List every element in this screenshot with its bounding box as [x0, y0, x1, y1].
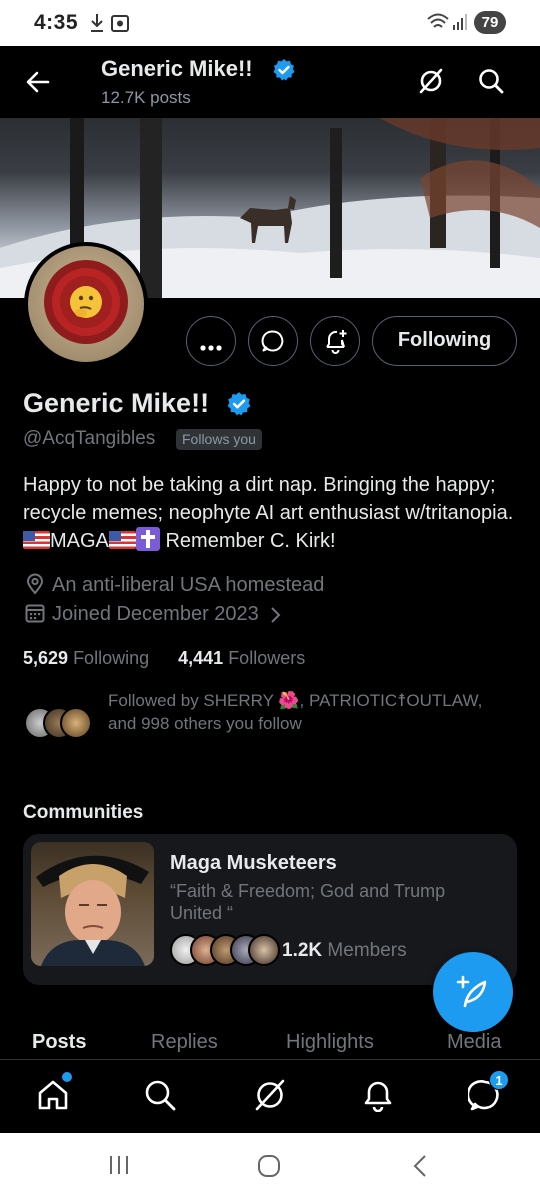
recent-apps-icon[interactable] — [107, 1153, 131, 1182]
compose-post-icon — [455, 974, 491, 1015]
cross-icon — [135, 527, 160, 551]
grok-icon[interactable] — [253, 1078, 287, 1117]
bio-text: Happy to not be taking a dirt nap. Bring… — [23, 474, 514, 524]
tab-replies[interactable]: Replies — [151, 1031, 218, 1054]
profile-header: Generic Mike!! 12.7K posts — [0, 46, 540, 118]
chevron-right-icon — [270, 603, 288, 625]
followers-stat[interactable]: 4,441 Followers — [178, 648, 305, 668]
verified-badge-icon — [226, 391, 252, 422]
location-row: An anti-liberal USA homestead — [24, 573, 324, 597]
follows-you-badge: Follows you — [176, 429, 262, 450]
wifi-icon — [426, 12, 450, 37]
notifications-icon[interactable] — [362, 1078, 394, 1117]
notify-button[interactable] — [310, 316, 360, 366]
back-arrow-icon[interactable] — [24, 68, 52, 96]
home-circle-icon[interactable] — [256, 1153, 282, 1184]
bottom-navigation: 1 — [0, 1059, 540, 1133]
location-pin-icon — [24, 573, 52, 596]
compose-button[interactable] — [433, 952, 513, 1032]
following-stat[interactable]: 5,629 Following — [23, 648, 149, 668]
status-bar: 4:35 79 — [0, 0, 540, 46]
profile-name: Generic Mike!! — [23, 388, 210, 418]
battery-indicator: 79 — [474, 11, 506, 34]
messages-badge: 1 — [489, 1070, 509, 1090]
message-button[interactable] — [248, 316, 298, 366]
notify-add-icon — [323, 328, 349, 359]
verified-badge-icon — [272, 58, 296, 87]
avatar — [60, 707, 92, 739]
member-label: Members — [327, 940, 407, 961]
joined-text: Joined December 2023 — [52, 603, 259, 625]
profile-handle: @AcqTangibles — [23, 428, 156, 449]
us-flag-icon — [23, 531, 50, 549]
signal-icon — [452, 12, 468, 37]
calendar-icon — [24, 603, 52, 625]
search-icon[interactable] — [143, 1078, 177, 1117]
more-button[interactable] — [186, 316, 236, 366]
following-label: Following — [73, 648, 150, 668]
community-members: 1.2K Members — [282, 940, 407, 962]
status-time: 4:35 — [34, 11, 79, 34]
more-icon — [200, 338, 222, 356]
followed-by-avatars[interactable] — [24, 707, 94, 741]
tab-posts[interactable]: Posts — [32, 1031, 86, 1054]
grok-icon[interactable] — [418, 68, 444, 99]
followers-count: 4,441 — [178, 648, 224, 668]
profile-avatar[interactable] — [24, 242, 148, 366]
bio-maga: MAGA — [50, 530, 109, 552]
following-count: 5,629 — [23, 648, 69, 668]
joined-row[interactable]: Joined December 2023 — [24, 602, 288, 626]
location-text: An anti-liberal USA homestead — [52, 574, 325, 596]
community-description: “Faith & Freedom; God and Trump United “ — [170, 881, 446, 923]
system-navigation-bar — [0, 1133, 540, 1200]
header-post-count: 12.7K posts — [101, 88, 191, 107]
tab-media[interactable]: Media — [447, 1031, 501, 1054]
member-count: 1.2K — [282, 940, 323, 961]
home-notification-dot — [62, 1072, 72, 1082]
community-card[interactable]: Maga Musketeers “Faith & Freedom; God an… — [23, 834, 517, 985]
community-member-avatars — [170, 934, 280, 968]
message-icon — [261, 329, 285, 358]
tab-highlights[interactable]: Highlights — [286, 1031, 374, 1054]
screenshot-icon — [110, 12, 130, 39]
community-name: Maga Musketeers — [170, 852, 337, 874]
profile-bio: Happy to not be taking a dirt nap. Bring… — [23, 471, 523, 555]
communities-heading: Communities — [23, 802, 144, 823]
following-button[interactable]: Following — [372, 316, 517, 366]
header-name: Generic Mike!! — [101, 56, 253, 81]
profile-tabs: Posts Replies Highlights Media — [0, 1025, 540, 1059]
search-icon[interactable] — [478, 68, 504, 99]
followers-label: Followers — [228, 648, 306, 668]
avatar — [248, 934, 280, 966]
community-image — [31, 842, 154, 966]
follow-stats: 5,629 Following 4,441 Followers — [23, 648, 305, 669]
download-icon — [88, 12, 106, 39]
bio-end: Remember C. Kirk! — [165, 530, 336, 552]
back-icon[interactable] — [410, 1153, 430, 1184]
home-icon[interactable] — [36, 1078, 70, 1117]
us-flag-icon — [108, 531, 136, 549]
followed-by-text[interactable]: Followed by SHERRY 🌺, PATRIOTIC☨OUTLAW, … — [108, 689, 508, 735]
